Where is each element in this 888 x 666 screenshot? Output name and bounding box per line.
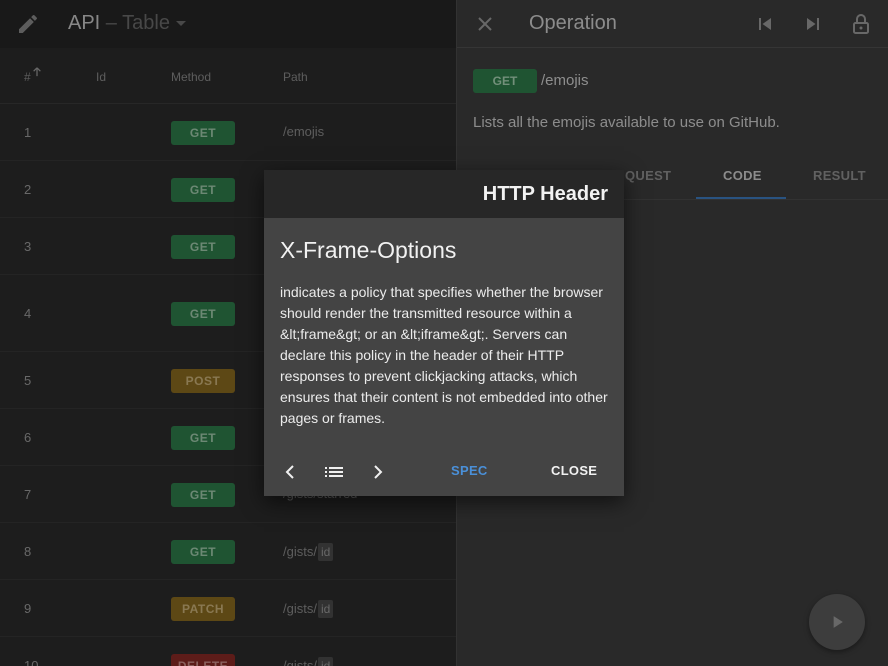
spec-button[interactable]: SPEC	[451, 463, 488, 478]
http-header-dialog: HTTP Header X-Frame-Options indicates a …	[264, 170, 624, 496]
header-description: indicates a policy that specifies whethe…	[280, 284, 608, 426]
header-name: X-Frame-Options	[280, 237, 457, 263]
chevron-right-icon[interactable]	[366, 460, 390, 484]
list-icon[interactable]	[322, 460, 346, 484]
dialog-header: HTTP Header	[264, 170, 624, 218]
close-button[interactable]: CLOSE	[551, 463, 597, 478]
dialog-title: HTTP Header	[482, 183, 608, 205]
chevron-left-icon[interactable]	[278, 460, 302, 484]
